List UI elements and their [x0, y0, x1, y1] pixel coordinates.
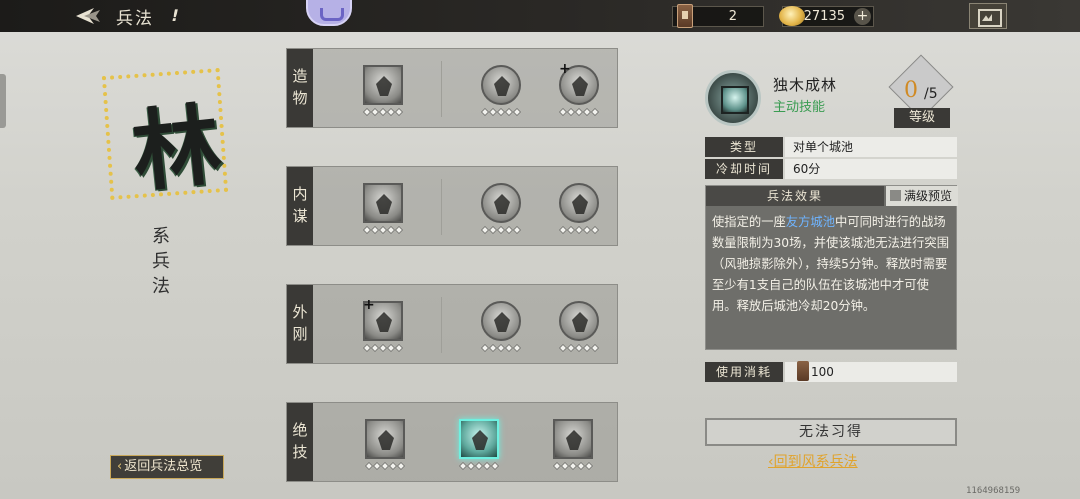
skill-icon — [559, 183, 599, 223]
emblem-char: 林 — [127, 91, 226, 205]
row-label: 造物 — [287, 49, 313, 127]
skill-icon — [459, 419, 499, 459]
gold-count: 27135 — [803, 9, 845, 24]
skill-icon — [481, 65, 521, 105]
return-link-label: 回到风系兵法 — [773, 454, 858, 470]
skill-slot[interactable] — [359, 183, 407, 239]
user-id: 1164968159 — [966, 486, 1021, 496]
mascot-icon[interactable] — [306, 0, 352, 26]
skill-slot[interactable] — [361, 419, 409, 475]
skill-icon — [363, 183, 403, 223]
skill-slot[interactable] — [555, 301, 603, 357]
skill-type: 主动技能 — [773, 100, 826, 115]
effect-head: 兵法效果 — [706, 186, 884, 206]
map-icon[interactable] — [969, 3, 1007, 29]
divider — [441, 297, 442, 353]
skill-name: 独木成林 — [773, 76, 838, 94]
skill-icon — [481, 301, 521, 341]
skill-slot[interactable] — [549, 419, 597, 475]
level-current: 0 — [904, 78, 918, 103]
star-dots — [359, 107, 407, 117]
star-dots — [555, 343, 603, 353]
effect-post: 中可同时进行的战场数量限制为30场，并使该城池无法进行突围（风驰掠影除外），持续… — [712, 215, 949, 313]
page-title: 兵法 — [116, 9, 154, 29]
return-link[interactable]: ‹回到风系兵法 — [768, 451, 858, 471]
cooldown-row: 冷却时间 60分 — [705, 159, 957, 179]
skill-icon — [363, 65, 403, 105]
star-dots — [555, 225, 603, 235]
cost-key: 使用消耗 — [705, 362, 783, 382]
token-count: 2 — [728, 9, 737, 24]
skill-icon — [559, 301, 599, 341]
star-dots — [549, 461, 597, 471]
skill-slot[interactable]: + — [359, 297, 407, 357]
star-dots — [477, 107, 525, 117]
max-level-preview-label: 满级预览 — [904, 189, 953, 203]
back-overview-button[interactable]: ‹ 返回兵法总览 — [110, 455, 224, 479]
top-bar: 兵法 ! 2 27135 + — [0, 0, 1080, 32]
effect-highlight: 友方城池 — [785, 215, 835, 229]
skill-slot[interactable] — [477, 183, 525, 239]
school-subtitle: 系兵法 — [152, 226, 170, 297]
gold-counter: 27135 + — [779, 6, 874, 27]
star-dots — [555, 107, 603, 117]
back-arrow-icon[interactable] — [74, 6, 102, 26]
cooldown-value: 60分 — [785, 159, 957, 179]
plus-icon: + — [559, 61, 571, 77]
add-gold-button[interactable]: + — [854, 8, 871, 25]
cooldown-key: 冷却时间 — [705, 159, 783, 179]
category-row: 类型 对单个城池 — [705, 137, 957, 157]
token-counter: 2 — [672, 4, 764, 28]
max-level-preview-toggle[interactable]: 满级预览 — [886, 186, 958, 206]
skill-slot[interactable] — [359, 65, 407, 121]
star-dots — [361, 461, 409, 471]
level-label: 等级 — [894, 108, 950, 128]
checkbox-icon[interactable] — [890, 190, 901, 201]
chevron-left-icon: ‹ — [117, 459, 123, 474]
skill-slot[interactable] — [477, 65, 525, 121]
learn-button[interactable]: 无法习得 — [705, 418, 957, 446]
cost-value: 100 — [811, 365, 834, 379]
token-icon — [677, 4, 693, 28]
star-dots — [455, 461, 503, 471]
token-icon — [797, 361, 809, 381]
level-max: /5 — [924, 86, 938, 102]
plus-icon: + — [363, 297, 375, 313]
skill-slot-selected[interactable] — [455, 419, 503, 475]
row-zaowu: 造物 + — [286, 48, 618, 128]
back-overview-label: 返回兵法总览 — [124, 459, 203, 474]
skill-slot[interactable] — [477, 301, 525, 357]
divider — [441, 61, 442, 117]
row-waigang: 外刚 + — [286, 284, 618, 364]
skill-icon — [365, 419, 405, 459]
skill-slot[interactable] — [555, 183, 603, 239]
star-dots — [477, 343, 525, 353]
row-label: 绝技 — [287, 403, 313, 481]
star-dots — [359, 343, 407, 353]
row-label: 外刚 — [287, 285, 313, 363]
divider — [441, 179, 442, 235]
level-indicator: 0 /5 等级 — [886, 54, 958, 128]
skill-slot[interactable]: + — [555, 61, 603, 121]
category-value: 对单个城池 — [785, 137, 957, 157]
effect-text: 使指定的一座友方城池中可同时进行的战场数量限制为30场，并使该城池无法进行突围（… — [712, 212, 952, 317]
effect-box: 兵法效果 满级预览 使指定的一座友方城池中可同时进行的战场数量限制为30场，并使… — [705, 185, 958, 350]
effect-pre: 使指定的一座 — [712, 215, 786, 229]
row-neimou: 内谋 — [286, 166, 618, 246]
gold-ingot-icon — [779, 6, 805, 26]
star-dots — [477, 225, 525, 235]
cost-value-box: 100 — [785, 361, 957, 382]
skill-icon — [481, 183, 521, 223]
row-jueji: 绝技 — [286, 402, 618, 482]
star-dots — [359, 225, 407, 235]
category-key: 类型 — [705, 137, 783, 157]
row-label: 内谋 — [287, 167, 313, 245]
info-icon[interactable]: ! — [162, 6, 188, 26]
cost-row: 使用消耗 100 — [705, 361, 957, 382]
side-handle[interactable] — [0, 74, 6, 128]
selected-skill-icon — [705, 70, 761, 126]
school-emblem: 林 — [98, 52, 246, 230]
skill-icon — [553, 419, 593, 459]
